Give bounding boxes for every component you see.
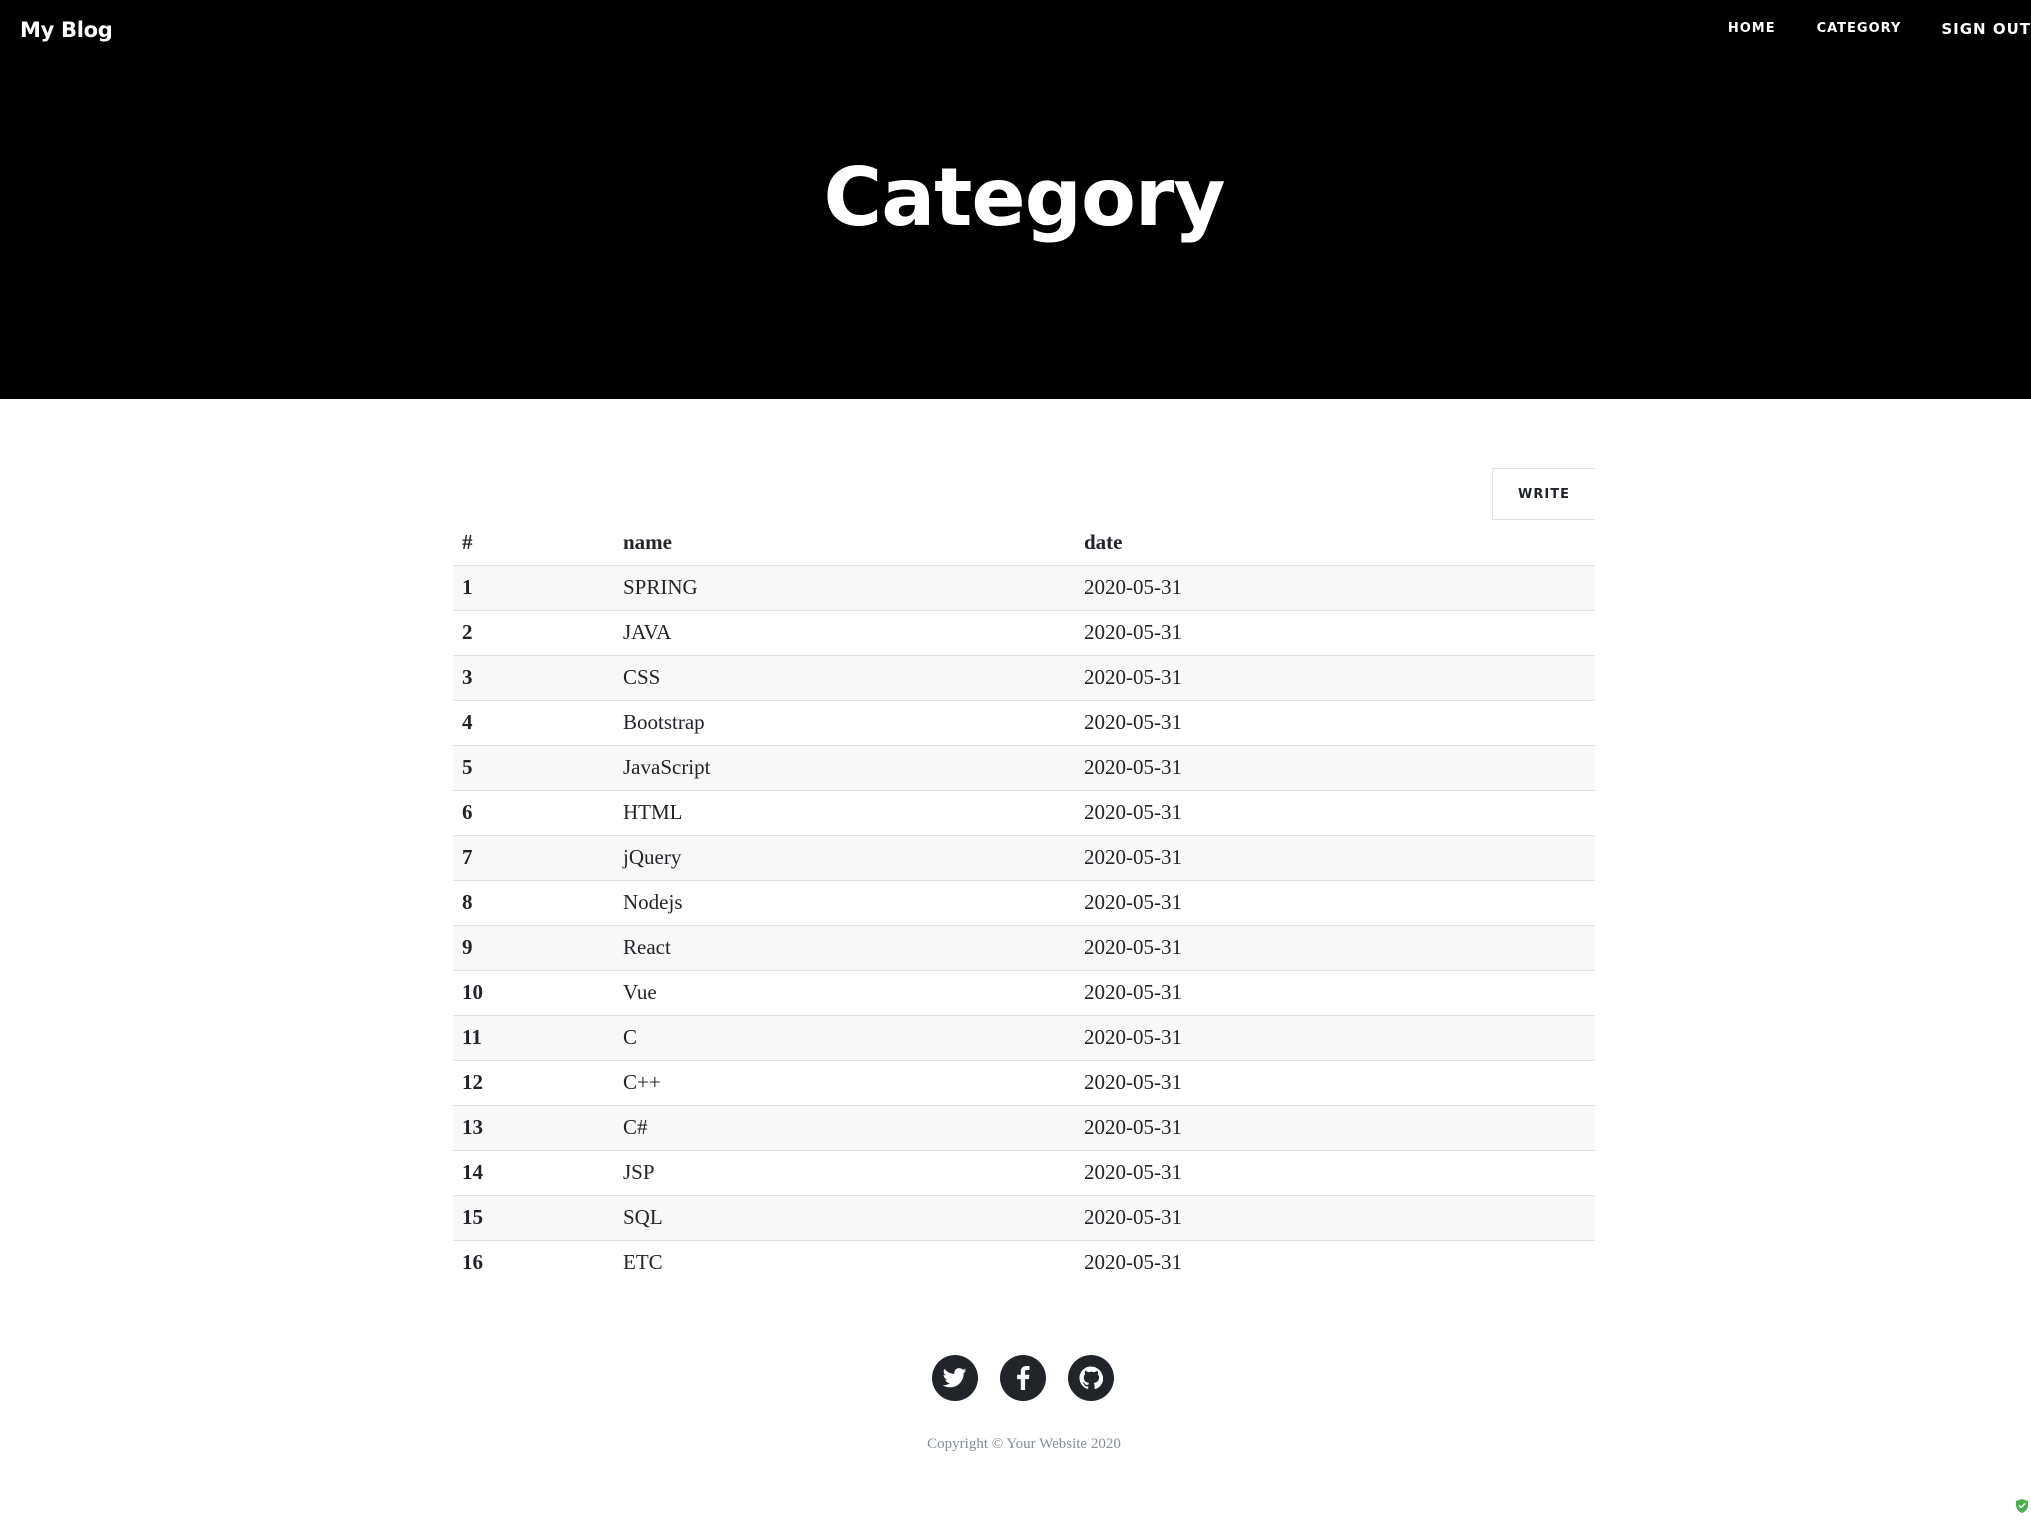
cell-number: 8 bbox=[462, 890, 473, 914]
cell-date: 2020-05-31 bbox=[1084, 935, 1182, 959]
main-nav: HOME CATEGORY SIGN OUT bbox=[1728, 18, 2031, 40]
table-header-row: # name date bbox=[453, 520, 1595, 565]
facebook-icon bbox=[1017, 1366, 1030, 1390]
page-title: Category bbox=[823, 151, 1225, 244]
cell-number: 13 bbox=[462, 1115, 483, 1139]
cell-date: 2020-05-31 bbox=[1084, 665, 1182, 689]
table-row[interactable]: 4 Bootstrap 2020-05-31 bbox=[453, 700, 1595, 745]
cell-name[interactable]: JavaScript bbox=[614, 745, 1075, 790]
cell-name[interactable]: JSP bbox=[614, 1150, 1075, 1195]
cell-number: 10 bbox=[462, 980, 483, 1004]
table-row[interactable]: 9 React 2020-05-31 bbox=[453, 925, 1595, 970]
table-row[interactable]: 6 HTML 2020-05-31 bbox=[453, 790, 1595, 835]
column-header-date: date bbox=[1084, 529, 1123, 554]
cell-date: 2020-05-31 bbox=[1084, 620, 1182, 644]
cell-name[interactable]: C# bbox=[614, 1105, 1075, 1150]
table-row[interactable]: 7 jQuery 2020-05-31 bbox=[453, 835, 1595, 880]
table-row[interactable]: 5 JavaScript 2020-05-31 bbox=[453, 745, 1595, 790]
table-row[interactable]: 3 CSS 2020-05-31 bbox=[453, 655, 1595, 700]
nav-home-link[interactable]: HOME bbox=[1728, 18, 1776, 40]
cell-number: 9 bbox=[462, 935, 473, 959]
cell-name[interactable]: JAVA bbox=[614, 610, 1075, 655]
cell-name[interactable]: C++ bbox=[614, 1060, 1075, 1105]
cell-name[interactable]: jQuery bbox=[614, 835, 1075, 880]
brand-logo[interactable]: My Blog bbox=[20, 14, 113, 46]
cell-number: 2 bbox=[462, 620, 473, 644]
cell-date: 2020-05-31 bbox=[1084, 1160, 1182, 1184]
cell-number: 5 bbox=[462, 755, 473, 779]
cell-number: 12 bbox=[462, 1070, 483, 1094]
table-row[interactable]: 14 JSP 2020-05-31 bbox=[453, 1150, 1595, 1195]
cell-name[interactable]: SQL bbox=[614, 1195, 1075, 1240]
cell-name[interactable]: Bootstrap bbox=[614, 700, 1075, 745]
cell-date: 2020-05-31 bbox=[1084, 575, 1182, 599]
copyright-text: Copyright © Your Website 2020 bbox=[927, 1436, 1121, 1452]
shield-icon bbox=[2016, 1499, 2028, 1513]
cell-name[interactable]: C bbox=[614, 1015, 1075, 1060]
cell-date: 2020-05-31 bbox=[1084, 1250, 1182, 1275]
cell-date: 2020-05-31 bbox=[1084, 755, 1182, 779]
table-row[interactable]: 11 C 2020-05-31 bbox=[453, 1015, 1595, 1060]
cell-date: 2020-05-31 bbox=[1084, 890, 1182, 914]
cell-name[interactable]: Nodejs bbox=[614, 880, 1075, 925]
table-row[interactable]: 15 SQL 2020-05-31 bbox=[453, 1195, 1595, 1240]
cell-number: 6 bbox=[462, 800, 473, 824]
cell-name[interactable]: SPRING bbox=[614, 565, 1075, 610]
cell-number: 16 bbox=[462, 1250, 483, 1275]
table-row[interactable]: 13 C# 2020-05-31 bbox=[453, 1105, 1595, 1150]
facebook-link[interactable] bbox=[1000, 1355, 1046, 1401]
cell-number: 1 bbox=[462, 575, 473, 599]
cell-date: 2020-05-31 bbox=[1084, 980, 1182, 1004]
cell-name[interactable]: React bbox=[614, 925, 1075, 970]
column-header-number: # bbox=[462, 529, 473, 554]
table-row[interactable]: 16 ETC 2020-05-31 bbox=[453, 1240, 1595, 1285]
cell-number: 4 bbox=[462, 710, 473, 734]
twitter-icon bbox=[943, 1368, 967, 1388]
column-header-name: name bbox=[623, 529, 672, 554]
table-row[interactable]: 8 Nodejs 2020-05-31 bbox=[453, 880, 1595, 925]
nav-sign-out-link[interactable]: SIGN OUT bbox=[1941, 18, 2031, 40]
cell-name[interactable]: ETC bbox=[614, 1240, 1075, 1285]
cell-name[interactable]: HTML bbox=[614, 790, 1075, 835]
cell-name[interactable]: CSS bbox=[614, 655, 1075, 700]
cell-number: 3 bbox=[462, 665, 473, 689]
github-icon bbox=[1079, 1366, 1103, 1390]
nav-category-link[interactable]: CATEGORY bbox=[1817, 18, 1902, 40]
cell-number: 11 bbox=[462, 1025, 482, 1049]
cell-date: 2020-05-31 bbox=[1084, 800, 1182, 824]
github-link[interactable] bbox=[1068, 1355, 1114, 1401]
table-row[interactable]: 1 SPRING 2020-05-31 bbox=[453, 565, 1595, 610]
write-button[interactable]: WRITE bbox=[1492, 468, 1595, 520]
masthead: My Blog HOME CATEGORY SIGN OUT Category bbox=[0, 0, 2031, 399]
cell-date: 2020-05-31 bbox=[1084, 1115, 1182, 1139]
cell-number: 14 bbox=[462, 1160, 483, 1184]
cell-date: 2020-05-31 bbox=[1084, 710, 1182, 734]
table-row[interactable]: 12 C++ 2020-05-31 bbox=[453, 1060, 1595, 1105]
cell-date: 2020-05-31 bbox=[1084, 1205, 1182, 1229]
cell-number: 7 bbox=[462, 845, 473, 869]
category-table: # name date 1 SPRING 2020-05-31 2 JAVA 2020-0… bbox=[453, 520, 1595, 1285]
table-body: 1 SPRING 2020-05-31 2 JAVA 2020-05-31 3 CSS 2020… bbox=[453, 565, 1595, 1285]
cell-date: 2020-05-31 bbox=[1084, 1025, 1182, 1049]
table-row[interactable]: 2 JAVA 2020-05-31 bbox=[453, 610, 1595, 655]
social-links bbox=[932, 1355, 1114, 1401]
cell-date: 2020-05-31 bbox=[1084, 845, 1182, 869]
cell-number: 15 bbox=[462, 1205, 483, 1229]
cell-name[interactable]: Vue bbox=[614, 970, 1075, 1015]
twitter-link[interactable] bbox=[932, 1355, 978, 1401]
table-row[interactable]: 10 Vue 2020-05-31 bbox=[453, 970, 1595, 1015]
cell-date: 2020-05-31 bbox=[1084, 1070, 1182, 1094]
